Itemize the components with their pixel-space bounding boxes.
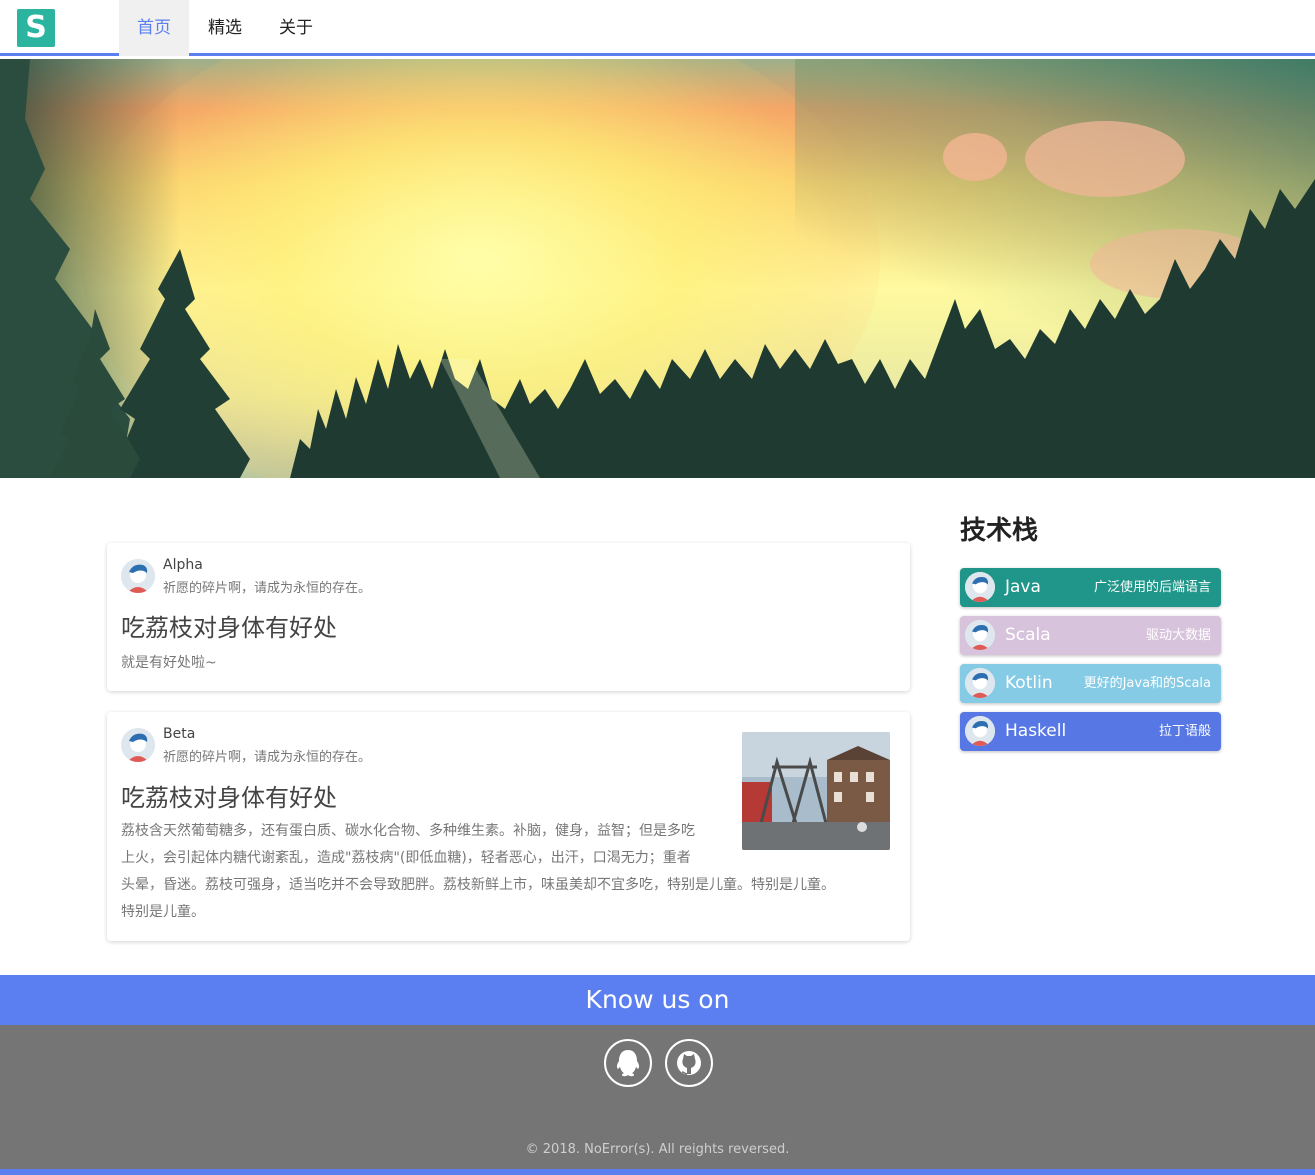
stack-avatar: [965, 668, 995, 698]
post-title[interactable]: 吃荔枝对身体有好处: [121, 778, 337, 813]
post-author: Alpha: [163, 557, 203, 573]
stack-desc: 更好的Java和的Scala: [1083, 676, 1211, 691]
github-icon[interactable]: [665, 1039, 713, 1087]
copyright-text: © 2018. NoError(s). All reights reversed…: [525, 1142, 790, 1157]
stack-name: Haskell: [1005, 721, 1067, 741]
site-logo[interactable]: S: [17, 9, 55, 47]
know-us-heading: Know us on: [585, 985, 730, 1014]
stack-name: Java: [1005, 577, 1041, 597]
author-avatar[interactable]: [121, 559, 155, 593]
stack-name: Scala: [1005, 625, 1051, 645]
tech-stack-title: 技术栈: [960, 516, 1039, 546]
post-body: 就是有好处啦~: [121, 655, 217, 671]
hero-carousel: [0, 59, 1315, 478]
post-author: Beta: [163, 726, 196, 742]
stack-item-haskell[interactable]: Haskell 拉丁语般: [960, 712, 1221, 751]
post-card[interactable]: Alpha 祈愿的碎片啊，请成为永恒的存在。 吃荔枝对身体有好处 就是有好处啦~: [107, 543, 910, 691]
stack-avatar: [965, 572, 995, 602]
nav-tab-home[interactable]: 首页: [119, 0, 189, 56]
post-body-line: 上火，会引起体内糖代谢紊乱，造成"荔枝病"(即低血糖)，轻者恶心，出汗，口渴无力…: [121, 850, 691, 866]
post-body-line: 头晕，昏迷。荔枝可强身，适当吃并不会导致肥胖。荔枝新鲜上市，味虽美却不宜多吃，特…: [121, 877, 835, 893]
post-body-line: 荔枝含天然葡萄糖多，还有蛋白质、碳水化合物、多种维生素。补脑，健身，益智；但是多…: [121, 823, 695, 839]
stack-item-scala[interactable]: Scala 驱动大数据: [960, 616, 1221, 655]
post-author-motto: 祈愿的碎片啊，请成为永恒的存在。: [163, 581, 372, 596]
bottom-accent-line: [0, 1169, 1315, 1175]
qq-icon[interactable]: [604, 1039, 652, 1087]
post-card[interactable]: Beta 祈愿的碎片啊，请成为永恒的存在。 吃荔枝对身体有好处 荔枝含天然葡萄糖…: [107, 712, 910, 941]
stack-name: Kotlin: [1005, 673, 1053, 693]
hero-tree-silhouette: [0, 59, 1315, 478]
know-us-bar: Know us on: [0, 975, 1315, 1025]
top-nav: S 首页 精选 关于: [0, 0, 1315, 56]
post-body-line: 特别是儿童。: [121, 904, 205, 920]
stack-desc: 驱动大数据: [1145, 628, 1211, 643]
nav-tab-featured[interactable]: 精选: [190, 0, 260, 56]
stack-avatar: [965, 620, 995, 650]
post-body: 荔枝含天然葡萄糖多，还有蛋白质、碳水化合物、多种维生素。补脑，健身，益智；但是多…: [121, 818, 835, 926]
post-title[interactable]: 吃荔枝对身体有好处: [121, 608, 337, 643]
stack-item-java[interactable]: Java 广泛使用的后端语言: [960, 568, 1221, 607]
stack-item-kotlin[interactable]: Kotlin 更好的Java和的Scala: [960, 664, 1221, 703]
stack-desc: 广泛使用的后端语言: [1093, 580, 1211, 595]
nav-tab-about[interactable]: 关于: [261, 0, 331, 56]
author-avatar[interactable]: [121, 728, 155, 762]
stack-desc: 拉丁语般: [1158, 724, 1211, 739]
footer: © 2018. NoError(s). All reights reversed…: [0, 1025, 1315, 1169]
stack-avatar: [965, 716, 995, 746]
post-author-motto: 祈愿的碎片啊，请成为永恒的存在。: [163, 750, 372, 765]
